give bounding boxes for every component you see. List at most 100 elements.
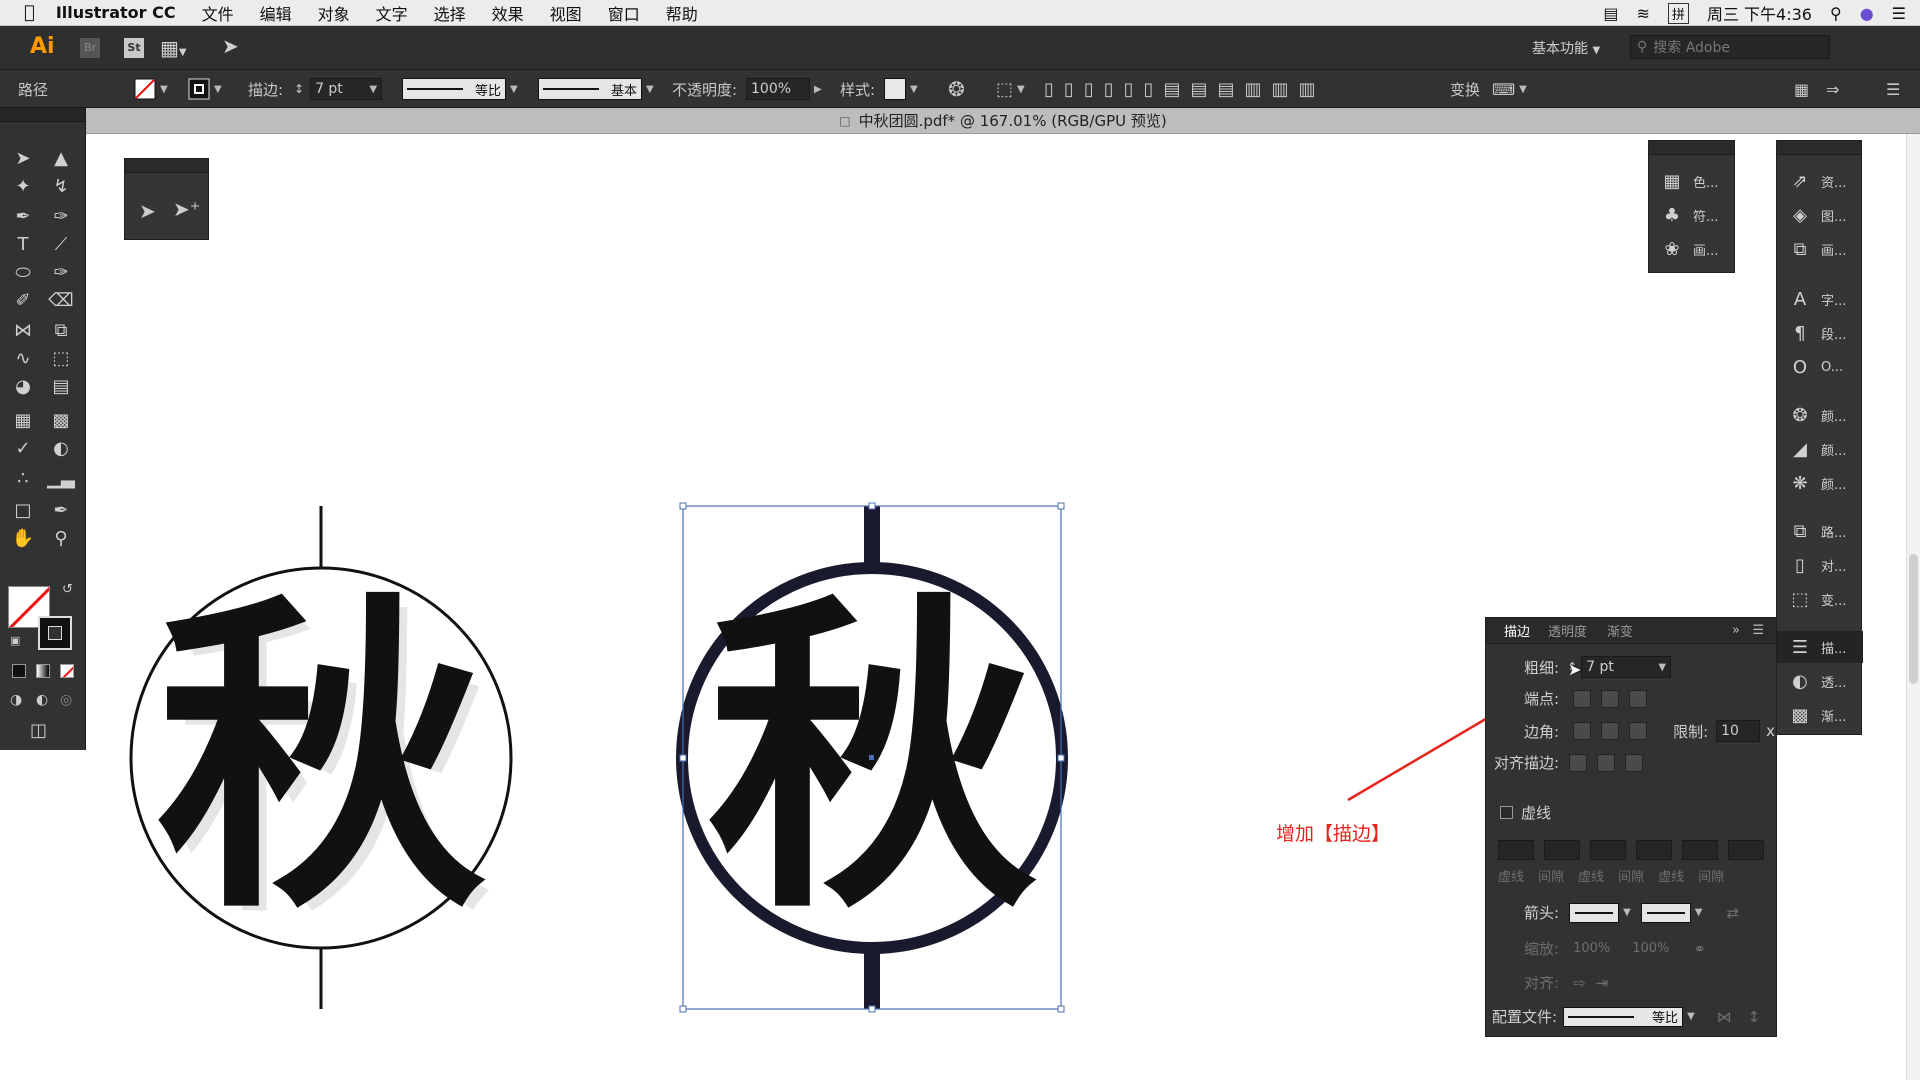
search-adobe-stock[interactable]: ⚲ 搜索 Adobe — [1630, 35, 1830, 59]
artboards-button[interactable]: ⧉ 画... — [1777, 233, 1863, 265]
document-tab[interactable]: □ 中秋团圆.pdf* @ 167.01% (RGB/GPU 预览) — [86, 108, 1920, 134]
symbols-panel-button[interactable]: ♣ 符... — [1649, 199, 1735, 231]
stepper-icon[interactable]: ↕ — [294, 82, 304, 96]
shaper-tool-icon[interactable]: ✐ — [8, 286, 38, 314]
grid-icon[interactable]: ▦ — [1794, 70, 1809, 108]
align-center-icon[interactable] — [1569, 753, 1588, 772]
column-graph-tool-icon[interactable]: ▁▃ — [46, 464, 76, 492]
tools-panel-header[interactable] — [0, 108, 85, 122]
gap-field-3[interactable] — [1728, 840, 1764, 860]
zoom-tool-icon[interactable]: ⚲ — [46, 524, 76, 552]
gradient-button[interactable]: ▩ 渐... — [1777, 699, 1863, 731]
pen-tool-icon[interactable]: ✒ — [8, 202, 38, 230]
scale-end-value[interactable]: 100% — [1632, 941, 1669, 956]
default-colors-icon[interactable]: ▣ — [10, 634, 20, 647]
align-vcenter-icon[interactable]: ▯ — [1124, 79, 1134, 100]
notification-icon[interactable]: ☰ — [1892, 4, 1906, 23]
lantern-original[interactable]: 秋 秋 — [129, 506, 513, 1009]
distribute-bottom-icon[interactable]: ▤ — [1217, 79, 1234, 100]
stroke-panel-button[interactable]: ☰ 描... — [1777, 631, 1863, 663]
character-button[interactable]: A 字... — [1777, 283, 1863, 315]
type-tool-icon[interactable]: T — [8, 230, 38, 258]
recolor-artwork-icon[interactable]: ❂ — [948, 70, 965, 108]
group-selection-icon[interactable]: ➤⁺ — [173, 197, 200, 221]
bridge-button[interactable]: Br — [80, 38, 100, 58]
ellipse-tool-icon[interactable]: ⬭ — [8, 258, 38, 286]
color-guide-button[interactable]: ◢ 颜... — [1777, 433, 1863, 465]
paragraph-button[interactable]: ¶ 段... — [1777, 317, 1863, 349]
free-transform-tool-icon[interactable]: ⬚ — [46, 344, 76, 372]
swap-arrowheads-icon[interactable]: ⇄ — [1726, 904, 1739, 922]
align-right-icon[interactable]: ▯ — [1084, 79, 1094, 100]
align-outside-icon[interactable] — [1625, 753, 1644, 772]
link-scale-icon[interactable]: ⚭ — [1693, 940, 1706, 958]
handle-bc[interactable] — [868, 1005, 876, 1013]
arrange-documents-icon[interactable]: ▦▼ — [160, 36, 187, 60]
tab-gradient[interactable]: 渐变 — [1597, 621, 1643, 640]
apple-icon[interactable]:  — [0, 2, 48, 23]
fill-swatch[interactable]: ▼ — [134, 70, 168, 108]
stroke-color-swatch[interactable] — [38, 616, 72, 650]
gradient-mode-icon[interactable] — [36, 664, 50, 678]
brushes-panel-button[interactable]: ❀ 画... — [1649, 233, 1735, 265]
siri-icon[interactable]: ● — [1860, 4, 1874, 23]
reflect-tool-icon[interactable]: ⋈ — [8, 316, 38, 344]
layers-button[interactable]: ◈ 图... — [1777, 199, 1863, 231]
weight-field[interactable]: 7 pt ▼ — [1581, 656, 1672, 678]
distribute-left-icon[interactable]: ▥ — [1244, 79, 1261, 100]
dash-field-3[interactable] — [1682, 840, 1718, 860]
asset-export-button[interactable]: ⇗ 资... — [1777, 165, 1863, 197]
limit-field[interactable]: 10 — [1716, 720, 1761, 742]
isolate-icon[interactable]: ⌨ ▼ — [1492, 70, 1527, 108]
lasso-tool-icon[interactable]: ↯ — [46, 172, 76, 200]
transform-panel-button[interactable]: ⬚ 变... — [1777, 583, 1863, 615]
paintbrush-tool-icon[interactable]: ✑ — [46, 258, 76, 286]
panel-menu-icon[interactable]: ☰ — [1752, 623, 1764, 638]
wifi-icon[interactable]: ≋ — [1637, 4, 1650, 23]
round-join-icon[interactable] — [1601, 722, 1620, 740]
color-themes-button[interactable]: ❋ 颜... — [1777, 467, 1863, 499]
spotlight-icon[interactable]: ⚲ — [1830, 4, 1842, 23]
transparency-button[interactable]: ◐ 透... — [1777, 665, 1863, 697]
distribute-top-icon[interactable]: ▤ — [1163, 79, 1180, 100]
handle-br[interactable] — [1057, 1005, 1065, 1013]
dash-field-2[interactable] — [1590, 840, 1626, 860]
magic-wand-tool-icon[interactable]: ✦ — [8, 172, 38, 200]
align-left-icon[interactable]: ▯ — [1044, 79, 1054, 100]
handle-tc[interactable] — [868, 502, 876, 510]
artboard-tool-icon[interactable]: □ — [8, 496, 38, 524]
line-tool-icon[interactable]: ⟋ — [46, 230, 76, 258]
swap-colors-icon[interactable]: ↺ — [62, 582, 73, 597]
variable-width-profile[interactable]: 等比 ▼ — [402, 70, 518, 108]
chevron-right-icon[interactable]: ▶ — [814, 84, 822, 95]
menu-window[interactable]: 窗口 — [595, 1, 653, 25]
panel-dock-a-header[interactable] — [1649, 141, 1734, 155]
slice-tool-icon[interactable]: ✒ — [46, 496, 76, 524]
scale-start-value[interactable]: 100% — [1573, 941, 1610, 956]
mesh-tool-icon[interactable]: ▦ — [8, 406, 38, 434]
perspective-grid-tool-icon[interactable]: ▤ — [46, 372, 76, 400]
align-top-icon[interactable]: ▯ — [1104, 79, 1114, 100]
blend-tool-icon[interactable]: ◐ — [46, 434, 76, 462]
distribute-right-icon[interactable]: ▥ — [1299, 79, 1316, 100]
gap-field-1[interactable] — [1544, 840, 1580, 860]
handle-mr[interactable] — [1057, 754, 1065, 762]
screen-mode-icon[interactable]: ◫ — [30, 720, 47, 741]
distribute-hcenter-icon[interactable]: ▥ — [1272, 79, 1289, 100]
none-mode-icon[interactable] — [60, 664, 74, 678]
shape-builder-tool-icon[interactable]: ◕ — [8, 372, 38, 400]
menu-select[interactable]: 选择 — [421, 1, 479, 25]
selection-tool-icon[interactable]: ➤ — [8, 144, 38, 172]
direct-selection-tool-icon[interactable]: ▲ — [46, 144, 76, 172]
menu-effect[interactable]: 效果 — [479, 1, 537, 25]
color-button[interactable]: ❂ 颜... — [1777, 399, 1863, 431]
curvature-tool-icon[interactable]: ✑ — [46, 202, 76, 230]
round-cap-icon[interactable] — [1601, 689, 1620, 708]
input-method-icon[interactable]: 拼 — [1667, 2, 1689, 24]
menu-type[interactable]: 文字 — [363, 1, 421, 25]
align-to-selection-icon[interactable]: ⬚ ▼ — [996, 70, 1025, 108]
stock-button[interactable]: St — [124, 38, 144, 58]
eyedropper-tool-icon[interactable]: ✓ — [8, 434, 38, 462]
pathfinder-button[interactable]: ⧉ 路... — [1777, 515, 1863, 547]
draw-normal-icon[interactable]: ◑ — [10, 692, 22, 708]
